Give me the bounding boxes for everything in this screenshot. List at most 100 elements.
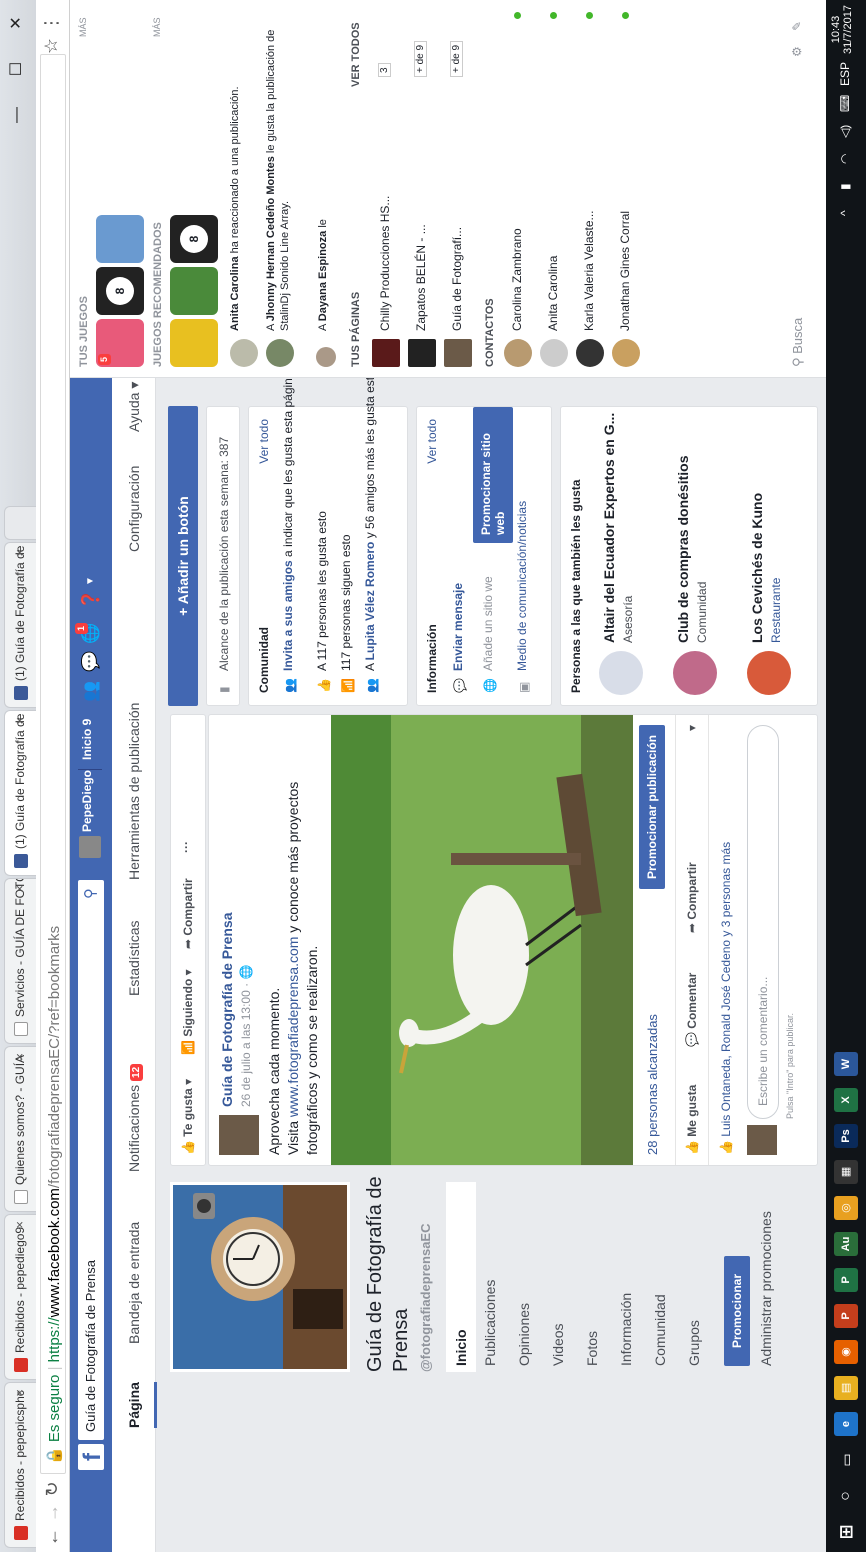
maximize-icon[interactable]: ☐ [0, 46, 36, 92]
tab-quienes[interactable]: Quienes somos? - GUÍA × [4, 1046, 36, 1212]
wifi-icon[interactable]: ◠ [838, 154, 852, 164]
close-tab-icon[interactable]: × [12, 1221, 27, 1229]
suggestion-avatar[interactable] [599, 651, 643, 695]
tab-page[interactable]: Página [126, 1382, 142, 1428]
page-shortcut[interactable]: Zapatos BELÉN - ... [414, 224, 428, 331]
page-shortcut[interactable]: Chilly Producciones HS... [378, 196, 392, 331]
post-photo[interactable] [331, 715, 633, 1165]
post-author-name[interactable]: Guía de Fotografía de Prensa [219, 913, 235, 1108]
promote-website-button[interactable]: Promocionar sitio web [473, 407, 513, 543]
nav-item-community[interactable]: Comunidad [652, 1176, 668, 1366]
friend-requests-icon[interactable]: 👥 [81, 681, 101, 702]
contact-avatar[interactable] [540, 339, 568, 367]
tab-gmail-1[interactable]: Recibidos - pepepicsphc × [4, 1382, 36, 1548]
page-thumbnail[interactable] [444, 339, 472, 367]
following-button[interactable]: 📶 Siguiendo ▾ [181, 969, 195, 1055]
word-icon[interactable]: W [834, 1052, 858, 1076]
suggestion-name[interactable]: Club de compras donésitios [675, 456, 691, 643]
game-thumbnail[interactable] [170, 319, 218, 367]
info-see-all-link[interactable]: Ver todo [425, 419, 439, 464]
volume-icon[interactable]: ◁) [838, 125, 852, 138]
activity-avatar[interactable] [230, 339, 258, 367]
tray-chevron-icon[interactable]: ^ [838, 210, 852, 216]
recommended-more-link[interactable]: MÁS [152, 17, 162, 37]
profile-link[interactable]: PepeDiego [80, 770, 94, 832]
chrome-icon[interactable]: ◎ [834, 1196, 858, 1220]
page-shortcut[interactable]: Guía de Fotografí... [450, 227, 464, 331]
post-likers[interactable]: 👍 Luis Ontaneda, Ronald José Cedeno y 3 … [719, 842, 733, 1155]
nav-item-photos[interactable]: Fotos [584, 1176, 600, 1366]
tab-help[interactable]: Ayuda ▾ [126, 382, 143, 432]
tab-publishing-tools[interactable]: Herramientas de publicación [126, 703, 142, 880]
menu-dots-icon[interactable]: ⋮ [41, 14, 62, 32]
language-indicator[interactable]: ESP [838, 62, 852, 86]
close-tab-icon[interactable]: × [12, 549, 27, 557]
tab-inbox[interactable]: Bandeja de entrada [126, 1222, 142, 1344]
contact-name[interactable]: Jonathan Gines Corral [618, 211, 632, 331]
clock[interactable]: 10:43 31/7/2017 [830, 5, 854, 54]
project-icon[interactable]: P [834, 1268, 858, 1292]
file-explorer-icon[interactable]: ▤ [834, 1376, 858, 1400]
new-message-icon[interactable]: ✎ [790, 21, 804, 31]
photoshop-icon[interactable]: Ps [834, 1124, 858, 1148]
nav-item-home[interactable]: Inicio [446, 1182, 476, 1372]
like-button[interactable]: 👍 Me gusta [685, 1085, 699, 1155]
close-tab-icon[interactable]: × [12, 885, 27, 893]
facebook-search-input[interactable]: Guía de Fotografía de Prensa ⚲ [78, 880, 104, 1440]
new-tab-button[interactable] [4, 506, 36, 540]
share-button[interactable]: ➦ Compartir [685, 862, 699, 933]
reload-icon[interactable]: ↻ [42, 1478, 63, 1500]
page-title[interactable]: Guía de Fotografía de Prensa [362, 1172, 414, 1372]
url-input[interactable]: 🔒 Es seguro | https://www.facebook.com/f… [40, 54, 66, 1474]
close-tab-icon[interactable]: × [12, 1389, 27, 1397]
suggestion-avatar[interactable] [673, 651, 717, 695]
activity-item[interactable]: A Jhonny Hernan Cedeño Montes le gusta l… [264, 11, 292, 331]
activity-avatar[interactable] [266, 339, 294, 367]
tab-facebook-2[interactable]: (1) Guía de Fotografía de × [4, 542, 36, 708]
nav-item-reviews[interactable]: Opiniones [516, 1176, 532, 1366]
chat-search-input[interactable]: ⚲ Busca [790, 318, 806, 367]
post-author-avatar[interactable] [219, 1115, 259, 1155]
page-thumbnail[interactable] [372, 339, 400, 367]
task-view-icon[interactable]: ▭ [834, 1448, 858, 1472]
game-thumbnail[interactable] [170, 267, 218, 315]
back-icon[interactable]: ← [42, 1526, 63, 1548]
minimize-icon[interactable]: — [0, 92, 36, 138]
help-icon[interactable]: ❓ [81, 589, 101, 610]
share-page-button[interactable]: ➦ Compartir [181, 878, 195, 949]
post-as-avatar-icon[interactable]: ▾ [685, 725, 699, 731]
windows-start-icon[interactable]: ⊞ [834, 1520, 858, 1544]
manage-promotions-link[interactable]: Administrar promociones [758, 1176, 774, 1366]
post-link[interactable]: www.fotografiadeprensa.com [285, 937, 301, 1118]
battery-icon[interactable]: ▮ [838, 183, 852, 190]
liked-button[interactable]: 👍 Te gusta ▾ [181, 1079, 195, 1155]
boost-post-button[interactable]: Promocionar publicación [639, 725, 665, 890]
firefox-icon[interactable]: ◉ [834, 1340, 858, 1364]
community-see-all-link[interactable]: Ver todo [257, 419, 271, 464]
suggestion-name[interactable]: Altair del Ecuador Expertos en G... [601, 413, 617, 643]
contact-avatar[interactable] [612, 339, 640, 367]
contact-name[interactable]: Carolina Zambrano [510, 228, 524, 331]
home-link[interactable]: Inicio 9 [80, 719, 94, 760]
invite-friends-link[interactable]: Invita a sus amigos [281, 560, 295, 671]
nav-item-groups[interactable]: Grupos [686, 1176, 702, 1366]
games-more-link[interactable]: MÁS [78, 17, 88, 37]
contact-avatar[interactable] [504, 339, 532, 367]
film-icon[interactable]: ▦ [834, 1160, 858, 1184]
audition-icon[interactable]: Au [834, 1232, 858, 1256]
contact-name[interactable]: Anita Carolina [546, 256, 560, 331]
messages-icon[interactable]: 💬 [81, 651, 101, 672]
promote-button[interactable]: Promocionar [724, 1256, 750, 1366]
close-tab-icon[interactable]: × [12, 1053, 27, 1061]
contact-name[interactable]: Karla Valeria Velaste... [582, 210, 596, 331]
post-date[interactable]: 26 de julio a las 13:00 · 🌐 [239, 965, 253, 1107]
keyboard-icon[interactable]: ⌨ [838, 95, 852, 112]
tab-statistics[interactable]: Estadísticas [126, 921, 142, 996]
tab-facebook-active[interactable]: (1) Guía de Fotografía de × [4, 710, 36, 876]
edge-icon[interactable]: e [834, 1412, 858, 1436]
comment-input[interactable]: Escribe un comentario... [747, 725, 779, 1119]
nav-item-videos[interactable]: Videos [550, 1176, 566, 1366]
tab-notifications[interactable]: Notificaciones 12 [126, 1063, 143, 1172]
tab-servicios[interactable]: Servicios - GUÍA DE FOTO × [4, 878, 36, 1044]
post-reach-link[interactable]: 28 personas alcanzadas [645, 1014, 660, 1155]
